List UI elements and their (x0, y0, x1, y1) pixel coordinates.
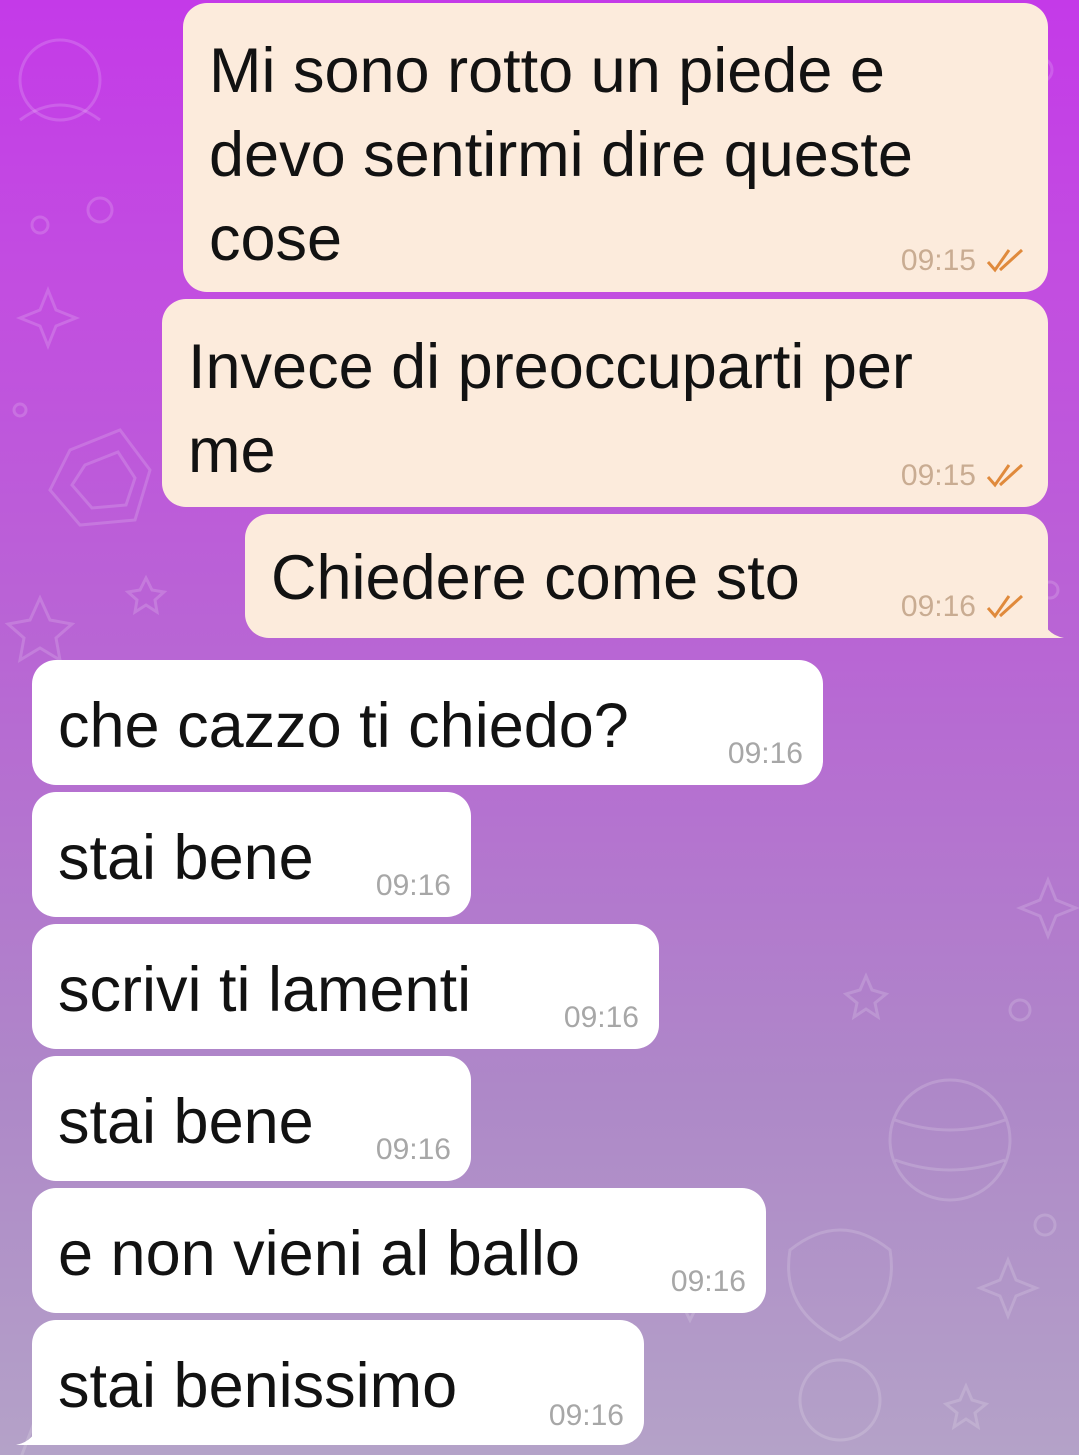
message-time: 09:16 (900, 590, 976, 623)
message-meta: 09:16 (728, 739, 803, 769)
message-meta: 09:16 (564, 1003, 639, 1033)
message-text: Invece di preoccuparti per me (188, 332, 913, 486)
outgoing-message-bubble[interactable]: Mi sono rotto un piede e devo sentirmi d… (183, 3, 1048, 292)
message-text: stai bene (58, 823, 314, 893)
message-meta: 09:15 (901, 246, 1026, 276)
outgoing-message-bubble[interactable]: Invece di preoccuparti per me 09:15 (162, 299, 1048, 507)
message-time: 09:16 (727, 737, 803, 770)
message-time: 09:16 (375, 1133, 451, 1166)
message-time: 09:16 (563, 1001, 639, 1034)
incoming-message-bubble[interactable]: stai benissimo 09:16 (32, 1320, 644, 1445)
incoming-message-bubble[interactable]: scrivi ti lamenti 09:16 (32, 924, 659, 1049)
read-double-check-icon (986, 594, 1024, 619)
message-time: 09:15 (900, 459, 976, 492)
message-text: Mi sono rotto un piede e devo sentirmi d… (209, 36, 913, 274)
outgoing-bubble-tail (1040, 612, 1064, 638)
message-text: che cazzo ti chiedo? (58, 691, 629, 761)
message-meta: 09:16 (549, 1401, 624, 1431)
message-time: 09:15 (900, 244, 976, 277)
message-time: 09:16 (670, 1265, 746, 1298)
incoming-message-bubble[interactable]: stai bene 09:16 (32, 1056, 471, 1181)
message-text: stai bene (58, 1087, 314, 1157)
message-time: 09:16 (548, 1399, 624, 1432)
message-meta: 09:16 (376, 1135, 451, 1165)
incoming-message-bubble[interactable]: che cazzo ti chiedo? 09:16 (32, 660, 823, 785)
message-meta: 09:16 (901, 592, 1026, 622)
message-text: e non vieni al ballo (58, 1219, 580, 1289)
read-double-check-icon (986, 463, 1024, 488)
message-text: scrivi ti lamenti (58, 955, 472, 1025)
incoming-message-bubble[interactable]: stai bene 09:16 (32, 792, 471, 917)
message-text: Chiedere come sto (271, 543, 800, 613)
message-list[interactable]: Mi sono rotto un piede e devo sentirmi d… (0, 0, 1079, 1455)
message-text: stai benissimo (58, 1351, 458, 1421)
read-double-check-icon (986, 248, 1024, 273)
message-meta: 09:16 (376, 871, 451, 901)
incoming-bubble-tail (16, 1419, 40, 1445)
incoming-message-bubble[interactable]: e non vieni al ballo 09:16 (32, 1188, 766, 1313)
message-meta: 09:15 (901, 461, 1026, 491)
message-meta: 09:16 (671, 1267, 746, 1297)
message-time: 09:16 (375, 869, 451, 902)
outgoing-message-bubble[interactable]: Chiedere come sto 09:16 (245, 514, 1048, 638)
